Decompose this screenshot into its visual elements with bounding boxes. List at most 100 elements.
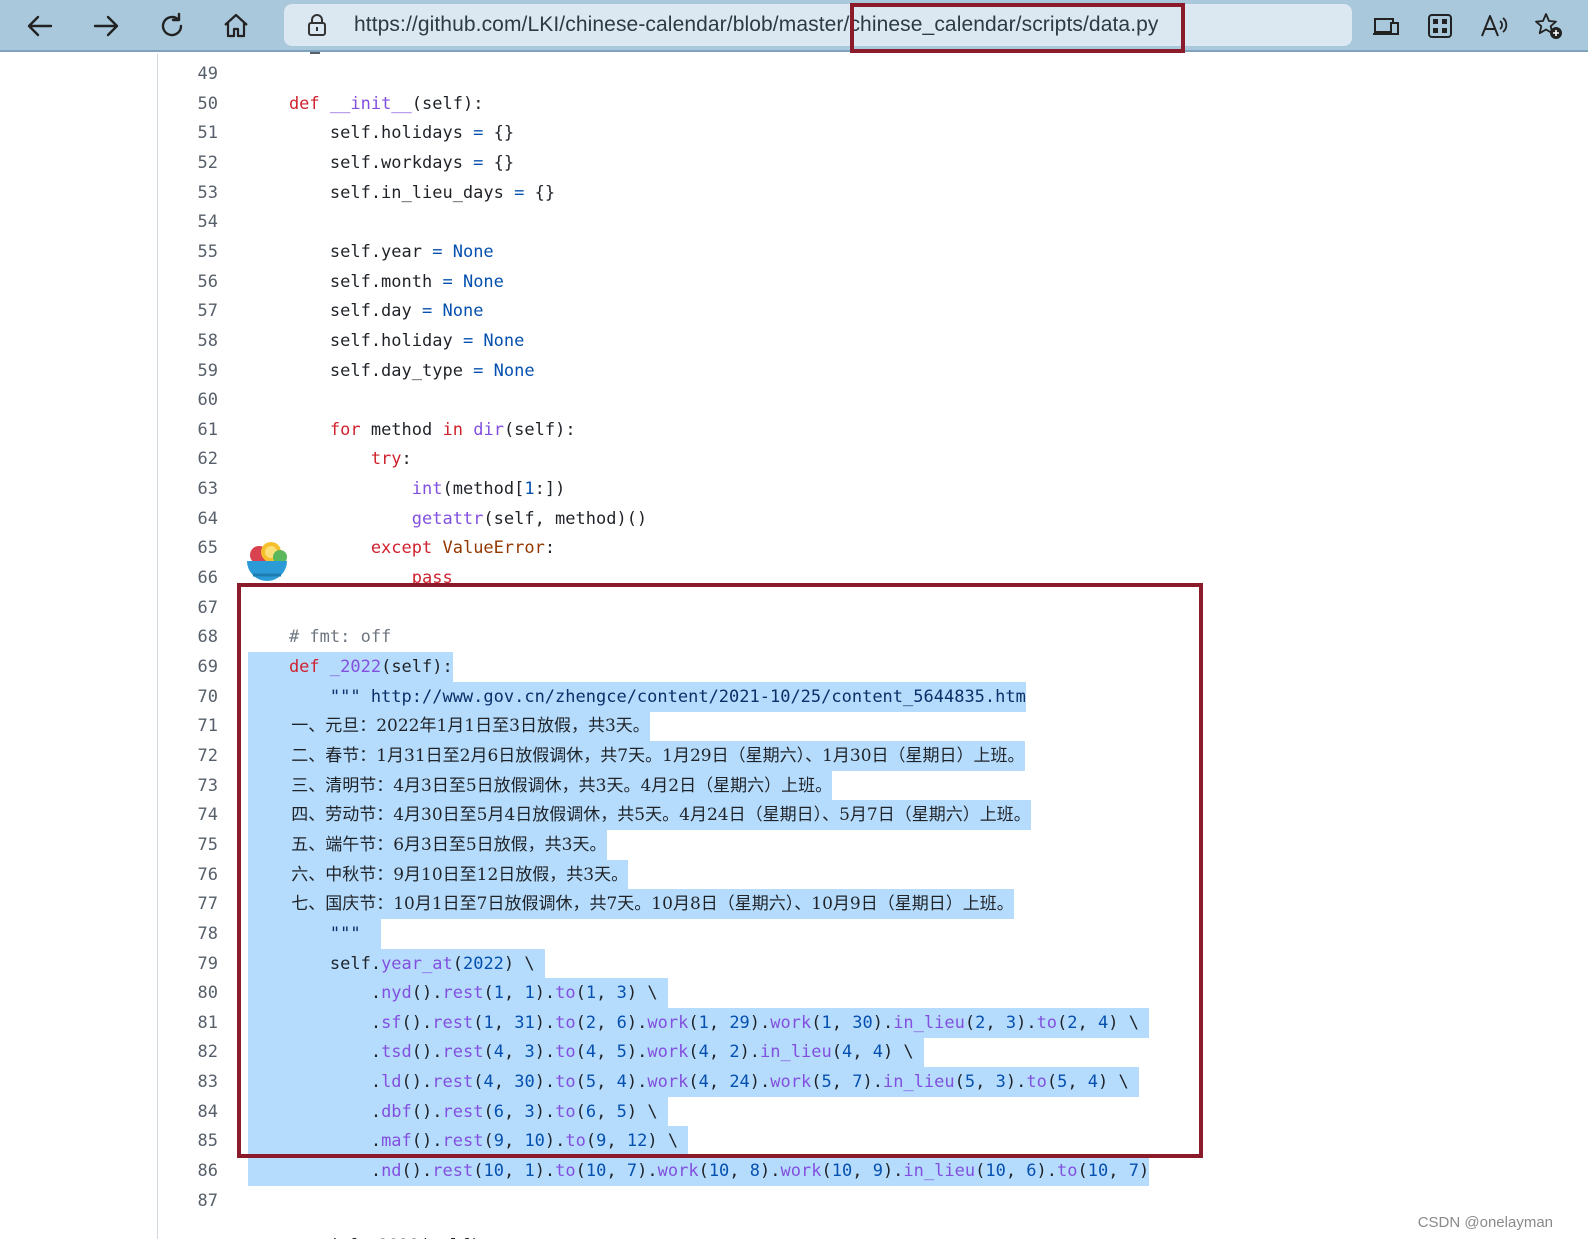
line-number[interactable]: 66: [158, 563, 218, 593]
line-number[interactable]: 77: [158, 889, 218, 919]
line-number[interactable]: 74: [158, 800, 218, 830]
line-number[interactable]: 69: [158, 652, 218, 682]
line-number[interactable]: 57: [158, 296, 218, 326]
code-token: ,: [1067, 1072, 1088, 1093]
line-number[interactable]: 67: [158, 593, 218, 623]
code-token: 5: [616, 1101, 627, 1122]
code-token: (: [811, 1012, 822, 1033]
code-token: (: [483, 1101, 494, 1122]
code-token: 3: [524, 1101, 535, 1122]
line-number[interactable]: 52: [158, 148, 218, 178]
line-number[interactable]: 63: [158, 474, 218, 504]
code-token: ).: [749, 1012, 771, 1033]
line-number[interactable]: 71: [158, 711, 218, 741]
line-number[interactable]: 81: [158, 1008, 218, 1038]
line-content: except ValueError:: [248, 533, 555, 563]
address-bar[interactable]: https://github.com/LKI/chinese-calendar/…: [284, 4, 1352, 46]
code-token: ,: [729, 1161, 750, 1182]
apps-icon[interactable]: [1420, 6, 1460, 46]
code-line: 85 .maf().rest(9, 10).to(9, 12) \: [158, 1126, 1588, 1157]
code-token: 2: [729, 1042, 740, 1063]
code-token: 4: [872, 1042, 883, 1063]
line-number[interactable]: 65: [158, 533, 218, 563]
line-number[interactable]: 54: [158, 207, 218, 237]
code-token: (self):: [381, 657, 453, 677]
code-token: (: [688, 1012, 699, 1033]
line-number[interactable]: 78: [158, 919, 218, 949]
code-token: (: [473, 1072, 484, 1093]
line-number[interactable]: 62: [158, 444, 218, 474]
code-token: to: [1036, 1012, 1058, 1033]
forward-arrow-icon[interactable]: [86, 6, 126, 46]
line-number[interactable]: 60: [158, 385, 218, 415]
line-number[interactable]: 76: [158, 860, 218, 890]
home-icon[interactable]: [216, 6, 256, 46]
code-token: 1: [698, 1012, 709, 1033]
line-number[interactable]: 80: [158, 978, 218, 1008]
line-number[interactable]: 83: [158, 1067, 218, 1097]
code-token: self.year: [248, 241, 433, 262]
line-number[interactable]: 70: [158, 682, 218, 712]
read-aloud-icon[interactable]: [1474, 6, 1514, 46]
line-number[interactable]: 61: [158, 415, 218, 445]
code-token: in_lieu: [893, 1012, 965, 1033]
code-line: 64 getattr(self, method)(): [158, 504, 1588, 534]
line-number[interactable]: 85: [158, 1126, 218, 1156]
code-line: 62 try:: [158, 444, 1588, 474]
code-token: 2: [585, 1012, 597, 1033]
device-icon[interactable]: [1366, 6, 1406, 46]
code-token: ) \: [503, 953, 545, 974]
line-number[interactable]: 73: [158, 771, 218, 801]
code-line: 61 for method in dir(self):: [158, 415, 1588, 445]
code-token: ,: [596, 1072, 617, 1093]
code-token: 12: [626, 1131, 648, 1152]
code-token: 7: [626, 1161, 638, 1182]
code-viewer: def _2021(self): 4950 def __init__(self)…: [0, 52, 1588, 1239]
code-token: 一、元旦：2022年1月1日至3日放假，共3天。: [248, 716, 650, 737]
code-token: ,: [1077, 1012, 1099, 1033]
line-number[interactable]: 59: [158, 356, 218, 386]
favorites-add-icon[interactable]: [1528, 6, 1568, 46]
line-number[interactable]: 82: [158, 1037, 218, 1067]
code-token: 6: [1026, 1161, 1037, 1182]
code-token: work: [647, 1012, 689, 1033]
code-token: 2022: [462, 953, 504, 974]
line-number[interactable]: 49: [158, 59, 218, 89]
code-token: int: [248, 479, 443, 500]
line-number[interactable]: 58: [158, 326, 218, 356]
line-number[interactable]: 56: [158, 267, 218, 297]
code-token: {}: [483, 123, 515, 144]
code-token: ().: [411, 983, 443, 1004]
line-number[interactable]: 79: [158, 949, 218, 979]
line-number[interactable]: 75: [158, 830, 218, 860]
code-line: 72 二、春节：1月31日至2月6日放假调休，共7天。1月29日（星期六）、1月…: [158, 740, 1588, 771]
code-line: 84 .dbf().rest(6, 3).to(6, 5) \: [158, 1096, 1588, 1127]
line-number[interactable]: 53: [158, 178, 218, 208]
line-number[interactable]: 51: [158, 118, 218, 148]
code-token: None: [452, 271, 504, 292]
refresh-icon[interactable]: [152, 6, 192, 46]
code-token: 7: [1128, 1161, 1139, 1182]
line-number[interactable]: 64: [158, 504, 218, 534]
code-token: (: [452, 953, 463, 974]
line-number[interactable]: 72: [158, 741, 218, 771]
code-line: 50 def __init__(self):: [158, 89, 1588, 119]
code-token: ) \: [1098, 1072, 1139, 1093]
code-token: 4: [616, 1072, 627, 1093]
back-arrow-icon[interactable]: [20, 6, 60, 46]
code-line: 67: [158, 593, 1588, 623]
line-number[interactable]: 87: [158, 1186, 218, 1216]
code-token: _2022: [329, 657, 382, 677]
line-number[interactable]: 86: [158, 1156, 218, 1186]
code-token: to: [1057, 1161, 1078, 1182]
line-number[interactable]: 55: [158, 237, 218, 267]
code-token: 10: [585, 1161, 607, 1182]
lock-icon[interactable]: [306, 13, 328, 37]
line-number[interactable]: 84: [158, 1097, 218, 1127]
code-token: ) \: [647, 1131, 689, 1152]
code-token: (: [483, 1131, 494, 1152]
line-number[interactable]: 68: [158, 622, 218, 652]
line-number[interactable]: 50: [158, 89, 218, 119]
code-token: 1: [524, 479, 535, 500]
